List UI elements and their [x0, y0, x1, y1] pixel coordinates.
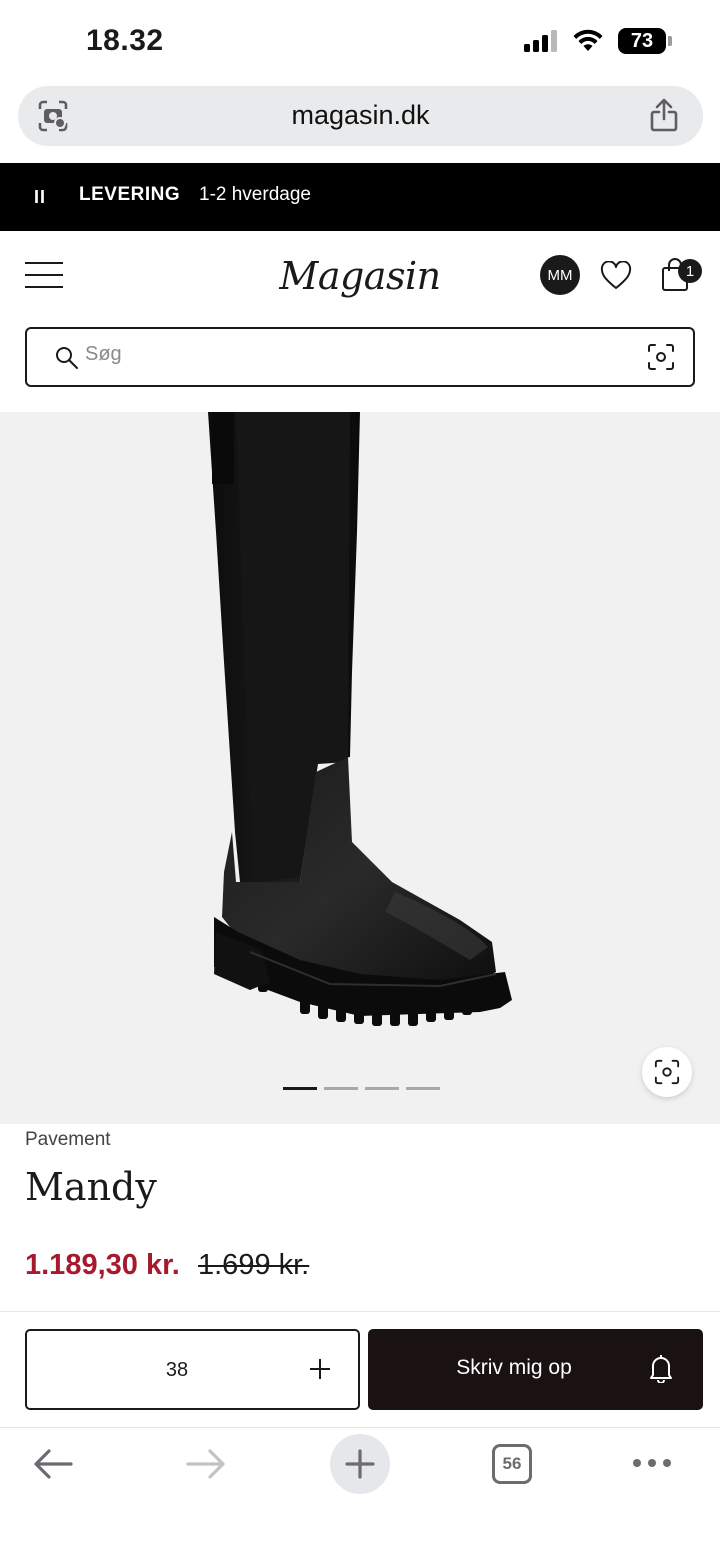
heart-icon[interactable]	[600, 261, 632, 291]
carousel-dot[interactable]	[406, 1087, 440, 1090]
original-price: 1.699 kr.	[198, 1249, 310, 1281]
carousel-dot[interactable]	[283, 1087, 317, 1090]
product-brand[interactable]: Pavement	[25, 1129, 111, 1151]
account-avatar[interactable]: MM	[540, 255, 580, 295]
pause-icon[interactable]: II	[34, 187, 46, 208]
plus-icon	[310, 1359, 330, 1379]
selected-size: 38	[165, 1359, 189, 1381]
url-text[interactable]: magasin.dk	[18, 100, 703, 131]
carousel-dot[interactable]	[324, 1087, 358, 1090]
promo-label: LEVERING	[79, 184, 181, 205]
visual-search-icon[interactable]	[647, 343, 675, 371]
new-tab-button[interactable]	[330, 1434, 390, 1494]
cart-count-badge: 1	[678, 259, 702, 283]
notify-me-button[interactable]: Skriv mig op	[368, 1329, 703, 1410]
sale-price: 1.189,30 kr.	[25, 1249, 180, 1281]
back-arrow-icon[interactable]	[33, 1446, 73, 1482]
promo-text: 1-2 hverdage	[199, 184, 311, 205]
status-icons: 73	[524, 28, 672, 54]
more-options-icon[interactable]	[633, 1459, 671, 1467]
search-bar[interactable]	[25, 327, 695, 387]
battery-indicator: 73	[618, 28, 672, 54]
product-image[interactable]	[0, 412, 720, 1124]
image-carousel-indicator[interactable]	[283, 1087, 440, 1090]
forward-arrow-icon[interactable]	[186, 1446, 226, 1482]
plus-icon	[345, 1449, 375, 1479]
status-bar: 18.32 73	[0, 0, 720, 84]
search-icon	[56, 347, 78, 369]
status-time: 18.32	[86, 24, 164, 57]
tabs-overview-button[interactable]: 56	[492, 1444, 532, 1484]
wifi-icon	[573, 29, 603, 51]
cellular-signal-icon	[524, 30, 557, 52]
url-bar[interactable]: magasin.dk	[18, 86, 703, 146]
image-visual-search-button[interactable]	[642, 1047, 692, 1097]
promo-banner: II LEVERING 1-2 hverdage	[0, 163, 720, 231]
search-input[interactable]	[85, 343, 585, 366]
notify-me-label: Skriv mig op	[456, 1356, 572, 1379]
product-name: Mandy	[25, 1165, 157, 1209]
size-selector[interactable]: 38	[25, 1329, 360, 1410]
visual-search-icon	[654, 1059, 680, 1085]
carousel-dot[interactable]	[365, 1087, 399, 1090]
boot-image	[208, 412, 512, 1026]
share-icon[interactable]	[649, 98, 679, 132]
bell-icon	[650, 1355, 672, 1383]
